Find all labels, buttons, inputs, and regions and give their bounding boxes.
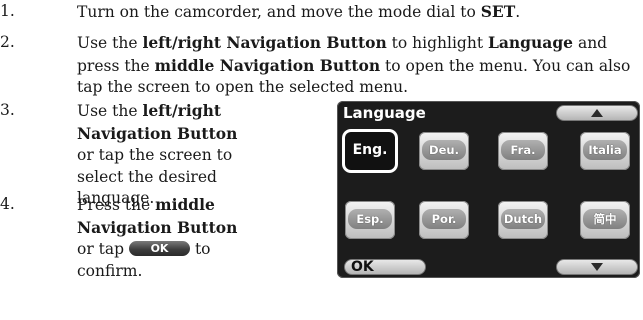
text-run: Press the: [77, 196, 156, 214]
language-label: Eng.: [352, 142, 388, 158]
language-option-eng[interactable]: Eng.: [345, 132, 395, 170]
text-run: Use the: [77, 102, 143, 120]
text-run: Turn on the camcorder, and move the mode…: [77, 3, 481, 21]
scroll-down-button[interactable]: [556, 259, 638, 275]
text-run: to highlight: [386, 34, 488, 52]
scroll-up-button[interactable]: [556, 105, 638, 121]
language-option-italia[interactable]: Italia: [580, 132, 630, 170]
menu-title: Language: [343, 104, 426, 122]
language-menu-screen: Language Eng. Deu. Fra. Italia Esp. Por.…: [337, 101, 640, 278]
step-number: 1.: [0, 2, 15, 20]
bold-term: SET: [480, 2, 516, 21]
ok-label: OK: [351, 259, 374, 275]
language-label: Italia: [583, 140, 627, 160]
language-option-deu[interactable]: Deu.: [419, 132, 469, 170]
bold-term: Language: [487, 33, 574, 52]
language-option-dutch[interactable]: Dutch: [498, 201, 548, 239]
language-label: Dutch: [501, 209, 545, 229]
text-run: Use the: [77, 34, 143, 52]
triangle-down-icon: [591, 263, 603, 271]
step-text: Press the middle Navigation Button or ta…: [77, 194, 252, 282]
step-text: Use the left/right Navigation Button to …: [77, 32, 643, 99]
language-label: Esp.: [348, 209, 392, 229]
step-number: 4.: [0, 195, 15, 213]
language-label: 简中: [583, 209, 627, 229]
step-number: 2.: [0, 33, 15, 51]
ok-button[interactable]: OK: [344, 259, 426, 275]
language-option-por[interactable]: Por.: [419, 201, 469, 239]
bold-term: middle Navigation Button: [154, 55, 381, 75]
bold-term: left/right Navigation Button: [142, 33, 387, 52]
step-number: 3.: [0, 101, 15, 119]
text-run: .: [515, 3, 521, 21]
language-option-esp[interactable]: Esp.: [345, 201, 395, 239]
text-run: or tap: [77, 240, 129, 258]
language-label: Deu.: [422, 140, 466, 160]
language-option-fra[interactable]: Fra.: [498, 132, 548, 170]
language-option-chinese[interactable]: 简中: [580, 201, 630, 239]
step-text: Turn on the camcorder, and move the mode…: [77, 1, 520, 24]
ok-button-icon: OK: [129, 241, 190, 256]
language-label: Por.: [422, 209, 466, 229]
triangle-up-icon: [591, 109, 603, 117]
language-label: Fra.: [501, 140, 545, 160]
